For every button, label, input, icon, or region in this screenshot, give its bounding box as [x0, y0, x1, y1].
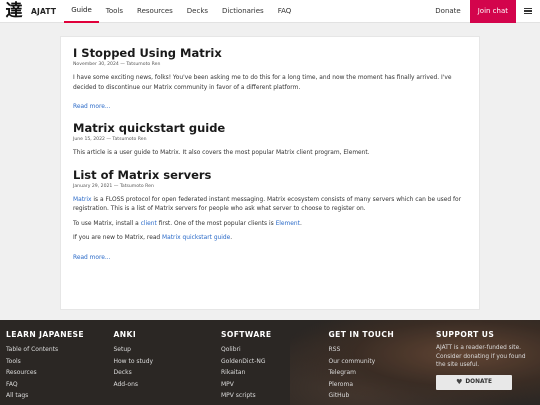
post-title[interactable]: Matrix quickstart guide: [73, 121, 467, 135]
footer-link[interactable]: Rikaitan: [221, 367, 329, 379]
post-text: If you are new to Matrix, read: [73, 235, 163, 241]
footer-link[interactable]: RSS: [329, 344, 437, 356]
post-paragraph: To use Matrix, install a client first. O…: [73, 220, 467, 230]
post-item: I Stopped Using Matrix November 30, 2024…: [73, 46, 467, 112]
post-meta: June 15, 2022 — Tatsumoto Ren: [73, 137, 147, 142]
join-chat-button[interactable]: Join chat: [469, 0, 516, 23]
post-excerpt: Matrix is a FLOSS protocol for open fede…: [73, 196, 467, 215]
nav-link-tools[interactable]: Tools: [99, 0, 130, 23]
footer-link[interactable]: Qolibri: [221, 344, 329, 356]
footer-link[interactable]: Table of Contents: [6, 344, 114, 356]
site-footer: LEARN JAPANESE Table of Contents Tools R…: [0, 320, 540, 405]
nav-links: Guide Tools Resources Decks Dictionaries…: [64, 0, 298, 23]
post-paragraph: If you are new to Matrix, read Matrix qu…: [73, 234, 467, 244]
post-text: .: [230, 235, 233, 241]
nav-right: Donate Join chat: [426, 0, 540, 23]
footer-link[interactable]: GoldenDict-NG: [221, 356, 329, 368]
site-logo-icon[interactable]: 達: [3, 0, 25, 22]
footer-col-software: SOFTWARE Qolibri GoldenDict-NG Rikaitan …: [221, 330, 329, 402]
support-text: AJATT is a reader-funded site. Consider …: [436, 345, 526, 369]
footer-link[interactable]: Telegram: [329, 367, 437, 379]
footer-heading: ANKI: [113, 330, 137, 339]
footer-link[interactable]: MPV: [221, 379, 329, 391]
post-title[interactable]: List of Matrix servers: [73, 168, 467, 182]
nav-link-guide[interactable]: Guide: [64, 0, 99, 23]
post-text: is a FLOSS protocol for open federated i…: [73, 196, 462, 213]
footer-link[interactable]: Decks: [114, 367, 222, 379]
footer-heading: GET IN TOUCH: [328, 330, 395, 339]
post-excerpt: I have some exciting news, folks! You've…: [73, 75, 452, 91]
matrix-link[interactable]: Matrix: [73, 197, 92, 203]
footer-link[interactable]: FAQ: [6, 379, 114, 391]
nav-link-faq[interactable]: FAQ: [271, 0, 299, 23]
footer-heading: SUPPORT US: [436, 330, 495, 339]
post-excerpt: This article is a user guide to Matrix. …: [73, 150, 370, 156]
post-text: .: [299, 220, 302, 227]
element-link[interactable]: Element: [276, 221, 300, 227]
menu-icon[interactable]: [516, 0, 540, 23]
footer-heading: LEARN JAPANESE: [6, 330, 84, 339]
donate-button-label: DONATE: [465, 379, 492, 386]
post-text: To use Matrix, install a: [73, 220, 141, 227]
footer-link[interactable]: Our community: [329, 356, 437, 368]
heart-icon: ♥: [456, 378, 463, 387]
footer-link[interactable]: Pleroma: [329, 379, 437, 391]
post-meta: January 29, 2021 — Tatsumoto Ren: [73, 183, 154, 189]
nav-link-dictionaries[interactable]: Dictionaries: [215, 0, 271, 23]
nav-link-resources[interactable]: Resources: [130, 0, 180, 23]
post-title[interactable]: I Stopped Using Matrix: [73, 46, 467, 60]
post-item: Matrix quickstart guide June 15, 2022 — …: [73, 121, 467, 159]
footer-col-learn: LEARN JAPANESE Table of Contents Tools R…: [6, 330, 114, 402]
footer-columns: LEARN JAPANESE Table of Contents Tools R…: [6, 330, 540, 402]
post-item: List of Matrix servers January 29, 2021 …: [73, 168, 467, 263]
post-text: first. One of the most popular clients i…: [156, 220, 276, 227]
quickstart-link[interactable]: Matrix quickstart guide: [162, 235, 230, 241]
footer-link[interactable]: GitHub: [329, 390, 437, 402]
footer-col-contact: GET IN TOUCH RSS Our community Telegram …: [329, 330, 437, 402]
footer-link[interactable]: Add-ons: [114, 379, 222, 391]
footer-col-anki: ANKI Setup How to study Decks Add-ons: [114, 330, 222, 402]
post-meta: November 30, 2024 — Tatsumoto Ren: [73, 62, 161, 67]
footer-link[interactable]: Resources: [6, 367, 114, 379]
footer-link[interactable]: How to study: [114, 356, 222, 368]
footer-heading: SOFTWARE: [221, 330, 272, 339]
read-more-link[interactable]: Read more...: [73, 255, 111, 261]
footer-link[interactable]: Setup: [114, 344, 222, 356]
footer-col-support: SUPPORT US AJATT is a reader-funded site…: [436, 330, 540, 402]
top-navbar: 達 AJATT Guide Tools Resources Decks Dict…: [0, 0, 540, 23]
post-list-card: I Stopped Using Matrix November 30, 2024…: [60, 36, 480, 310]
read-more-link[interactable]: Read more...: [73, 104, 111, 110]
donate-button[interactable]: ♥ DONATE: [436, 374, 512, 390]
site-logo-text[interactable]: AJATT: [31, 7, 56, 16]
donate-link[interactable]: Donate: [426, 0, 469, 23]
footer-link[interactable]: All tags: [6, 390, 114, 402]
nav-link-decks[interactable]: Decks: [180, 0, 215, 23]
client-link[interactable]: client: [141, 221, 157, 227]
footer-link[interactable]: MPV scripts: [221, 390, 329, 402]
footer-link[interactable]: Tools: [6, 356, 114, 368]
